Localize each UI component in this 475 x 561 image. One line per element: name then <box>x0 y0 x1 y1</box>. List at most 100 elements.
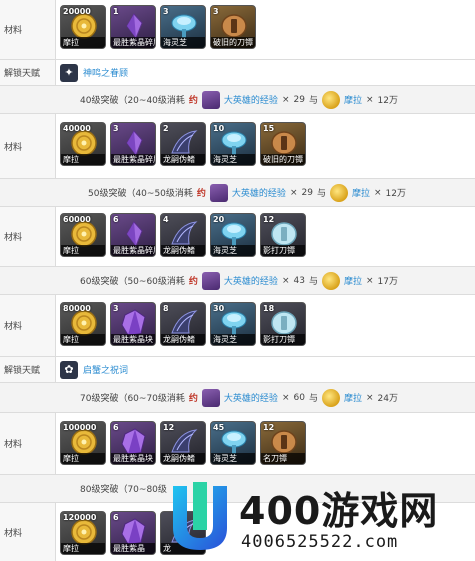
material-item[interactable]: 12 名刀镡 <box>260 421 306 465</box>
mora-link[interactable]: 摩拉 <box>344 391 362 404</box>
mora-link[interactable]: 摩拉 <box>352 186 370 199</box>
material-item[interactable]: 100000 摩拉 <box>60 421 106 465</box>
unlock-talent-label: 解锁天赋 <box>0 357 56 382</box>
mora-count: 12万 <box>377 96 398 106</box>
material-count: 12 <box>263 215 275 224</box>
material-name: 影打刀镡 <box>261 334 305 345</box>
material-name: 海灵芝 <box>211 154 255 165</box>
exp-item-link[interactable]: 大英雄的经验 <box>224 274 278 287</box>
material-item[interactable]: 15 破旧的刀镡 <box>260 122 306 166</box>
material-item[interactable]: 12 影打刀镡 <box>260 213 306 257</box>
times-sign: × <box>289 187 298 198</box>
material-item[interactable]: 1 最胜紫晶碎屑 <box>110 5 156 49</box>
and-label: 与 <box>308 394 318 404</box>
mora-link[interactable]: 摩拉 <box>344 274 362 287</box>
mora-count: 24万 <box>377 394 398 404</box>
material-item[interactable]: 6 最胜紫晶块 <box>110 421 156 465</box>
material-name: 最胜紫晶碎屑 <box>111 37 155 48</box>
talent-name[interactable]: 神鸣之眷顾 <box>83 66 128 79</box>
material-item[interactable]: 8 龙嗣伪鳍 <box>160 302 206 346</box>
material-item[interactable]: 120000 摩拉 <box>60 511 106 555</box>
approx-label: 约 <box>196 189 206 199</box>
mora-count: 17万 <box>377 277 398 287</box>
material-item[interactable]: 80000 摩拉 <box>60 302 106 346</box>
ascension-title: 40级突破（20~40级消耗 <box>80 96 185 106</box>
material-count: 20000 <box>63 7 91 16</box>
material-item[interactable]: 60000 摩拉 <box>60 213 106 257</box>
material-name: 影打刀镡 <box>261 245 305 256</box>
material-name: 海灵芝 <box>161 37 205 48</box>
material-item[interactable]: 12 龙嗣伪鳍 <box>160 421 206 465</box>
material-name: 海灵芝 <box>211 245 255 256</box>
material-count: 6 <box>113 513 119 522</box>
material-item[interactable]: 4 龙嗣伪鳍 <box>160 213 206 257</box>
exp-item-link[interactable]: 大英雄的经验 <box>224 93 278 106</box>
kageuchi-handguard-icon <box>271 311 297 335</box>
material-count: 4 <box>163 215 169 224</box>
material-item[interactable]: 45 海灵芝 <box>210 421 256 465</box>
material-name: 名刀镡 <box>261 453 305 464</box>
material-item[interactable]: 3 最胜紫晶块 <box>110 302 156 346</box>
talent-entry[interactable]: ✿ 启蟹之祝词 <box>60 357 128 382</box>
material-count: 8 <box>163 304 169 313</box>
material-count: 100000 <box>63 423 97 432</box>
material-item[interactable]: 6 最胜紫晶碎屑 <box>110 213 156 257</box>
exp-item-link[interactable]: 大英雄的经验 <box>224 391 278 404</box>
material-name: 摩拉 <box>61 543 105 554</box>
unlock-talent-label: 解锁天赋 <box>0 60 56 85</box>
material-item[interactable]: 3 破旧的刀镡 <box>210 5 256 49</box>
material-name: 龙嗣伪鳍 <box>161 154 205 165</box>
material-item[interactable]: 3 海灵芝 <box>160 5 206 49</box>
exp-count: 60 <box>293 392 305 403</box>
materials-label: 材料 <box>0 413 56 474</box>
ascension-title: 60级突破（50~60级消耗 <box>80 277 185 287</box>
ascension-header-60: 60级突破（50~60级消耗 约 大英雄的经验 × 43 与 摩拉 × 17万 <box>0 267 475 295</box>
talent-entry[interactable]: ✦ 神鸣之眷顾 <box>60 60 128 85</box>
material-item[interactable]: 2 龙嗣伪鳍 <box>160 122 206 166</box>
material-item[interactable]: 40000 摩拉 <box>60 122 106 166</box>
material-item[interactable]: 20000 摩拉 <box>60 5 106 49</box>
sea-ganoderma-icon <box>221 131 247 155</box>
material-item[interactable]: 20 海灵芝 <box>210 213 256 257</box>
exp-book-icon <box>201 388 220 407</box>
material-item[interactable]: 3 最胜紫晶碎屑 <box>110 122 156 166</box>
material-item[interactable]: 30 海灵芝 <box>210 302 256 346</box>
approx-label: 约 <box>188 96 198 106</box>
material-item[interactable]: 18 影打刀镡 <box>260 302 306 346</box>
materials-list: 40000 摩拉 3 最胜紫晶碎屑 2 龙嗣伪鳍 10 海灵芝 15 破旧的刀镡 <box>60 122 306 166</box>
material-count: 3 <box>213 7 219 16</box>
material-item[interactable]: 6 最胜紫晶 <box>110 511 156 555</box>
approx-label: 约 <box>188 394 198 404</box>
famed-handguard-icon <box>271 430 297 454</box>
unlock-talent-row-1: 解锁天赋 ✦ 神鸣之眷顾 <box>0 60 475 86</box>
talent-icon: ✿ <box>60 360 78 379</box>
material-name: 海灵芝 <box>211 334 255 345</box>
material-count: 15 <box>263 124 275 133</box>
material-count: 6 <box>113 215 119 224</box>
site-logo-icon <box>173 482 227 550</box>
material-count: 3 <box>163 7 169 16</box>
and-label: 与 <box>308 96 318 106</box>
sea-ganoderma-icon <box>221 311 247 335</box>
amethyst-fragment-icon <box>126 221 143 248</box>
exp-book-icon <box>201 90 220 109</box>
watermark-title: 400游戏网 <box>239 489 439 533</box>
material-count: 6 <box>113 423 119 432</box>
material-item[interactable]: 10 海灵芝 <box>210 122 256 166</box>
amethyst-gemstone-icon <box>121 518 146 545</box>
exp-item-link[interactable]: 大英雄的经验 <box>232 186 286 199</box>
mora-coin-icon <box>71 13 97 39</box>
material-name: 海灵芝 <box>211 453 255 464</box>
ascension-header-50: 50级突破（40~50级消耗 约 大英雄的经验 × 29 与 摩拉 × 12万 <box>0 179 475 207</box>
ascension-header-70: 70级突破（60~70级消耗 约 大英雄的经验 × 60 与 摩拉 × 24万 <box>0 383 475 413</box>
materials-row-5: 材料 100000 摩拉 6 最胜紫晶块 12 龙嗣伪鳍 45 海灵芝 12 名刀镡 <box>0 413 475 475</box>
talent-name[interactable]: 启蟹之祝词 <box>83 363 128 376</box>
materials-label: 材料 <box>0 0 56 59</box>
times-sign: × <box>373 187 382 198</box>
mora-link[interactable]: 摩拉 <box>344 93 362 106</box>
materials-list: 100000 摩拉 6 最胜紫晶块 12 龙嗣伪鳍 45 海灵芝 12 名刀镡 <box>60 421 306 465</box>
ascension-header-40: 40级突破（20~40级消耗 约 大英雄的经验 × 29 与 摩拉 × 12万 <box>0 86 475 114</box>
times-sign: × <box>281 392 290 403</box>
mora-coin-icon <box>71 519 97 545</box>
times-sign: × <box>281 94 290 105</box>
